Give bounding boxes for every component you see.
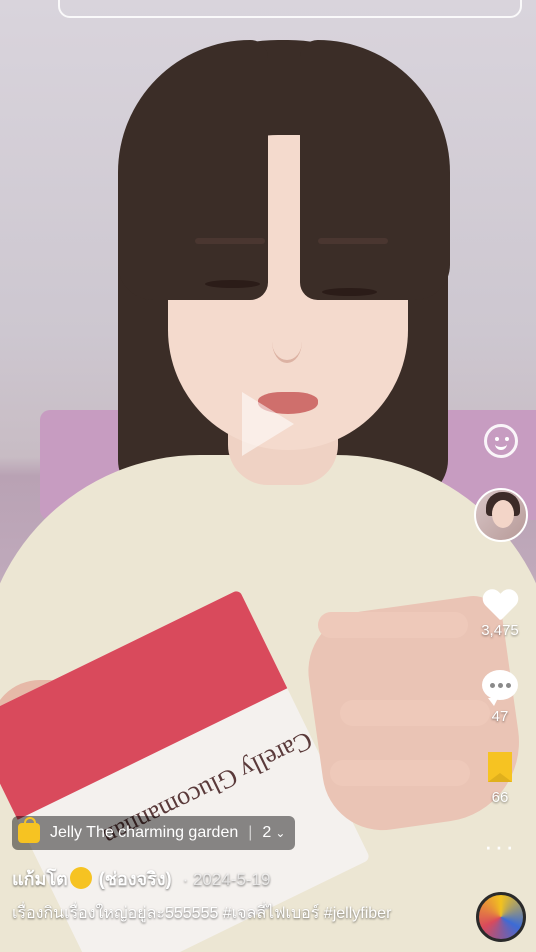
play-icon[interactable] bbox=[242, 392, 294, 456]
like-button[interactable]: 3,475 bbox=[467, 590, 533, 639]
eye-right bbox=[322, 288, 377, 296]
hair-right bbox=[300, 40, 450, 300]
post-date: · 2024-5-19 bbox=[182, 870, 271, 889]
save-count: 66 bbox=[491, 789, 509, 806]
comment-button[interactable]: 47 bbox=[467, 670, 533, 725]
shopping-bag-icon bbox=[18, 817, 40, 843]
divider: | bbox=[248, 824, 253, 841]
caption-text: เรื่องกินเรื่องใหญ่อยู่ละ555555 #เจลลี่ไ… bbox=[12, 905, 392, 922]
shop-count: 2 bbox=[262, 824, 272, 841]
video-frame[interactable]: Carelly Glucomannan bbox=[0, 0, 536, 952]
nose bbox=[272, 320, 302, 363]
search-bar[interactable] bbox=[58, 0, 522, 18]
heart-icon bbox=[482, 590, 518, 622]
eyebrow-right bbox=[318, 238, 388, 244]
comment-icon bbox=[482, 670, 518, 706]
shop-tag[interactable]: Jelly The charming garden | 2 ⌄ bbox=[12, 816, 296, 850]
like-count: 3,475 bbox=[481, 622, 519, 639]
finger bbox=[318, 612, 468, 638]
eyebrow-left bbox=[195, 238, 265, 244]
finger bbox=[330, 760, 470, 786]
more-options-icon[interactable]: ··· bbox=[467, 833, 533, 859]
music-disc-icon[interactable] bbox=[476, 892, 526, 942]
emoji-icon bbox=[69, 867, 92, 889]
shop-label: Jelly The charming garden bbox=[50, 824, 239, 841]
creator-avatar[interactable] bbox=[474, 488, 528, 542]
save-button[interactable]: 66 bbox=[467, 752, 533, 806]
author-name[interactable]: แก้มโต bbox=[12, 869, 68, 889]
eye-left bbox=[205, 280, 260, 288]
bookmark-icon bbox=[488, 752, 512, 782]
channel-note: (ช่องจริง) bbox=[98, 869, 172, 889]
comment-count: 47 bbox=[491, 708, 509, 725]
author-row[interactable]: แก้มโต (ช่องจริง) · 2024-5-19 bbox=[12, 864, 270, 893]
reaction-face-icon[interactable] bbox=[484, 424, 518, 458]
chevron-down-icon: ⌄ bbox=[275, 826, 286, 840]
hair-left bbox=[118, 40, 268, 300]
